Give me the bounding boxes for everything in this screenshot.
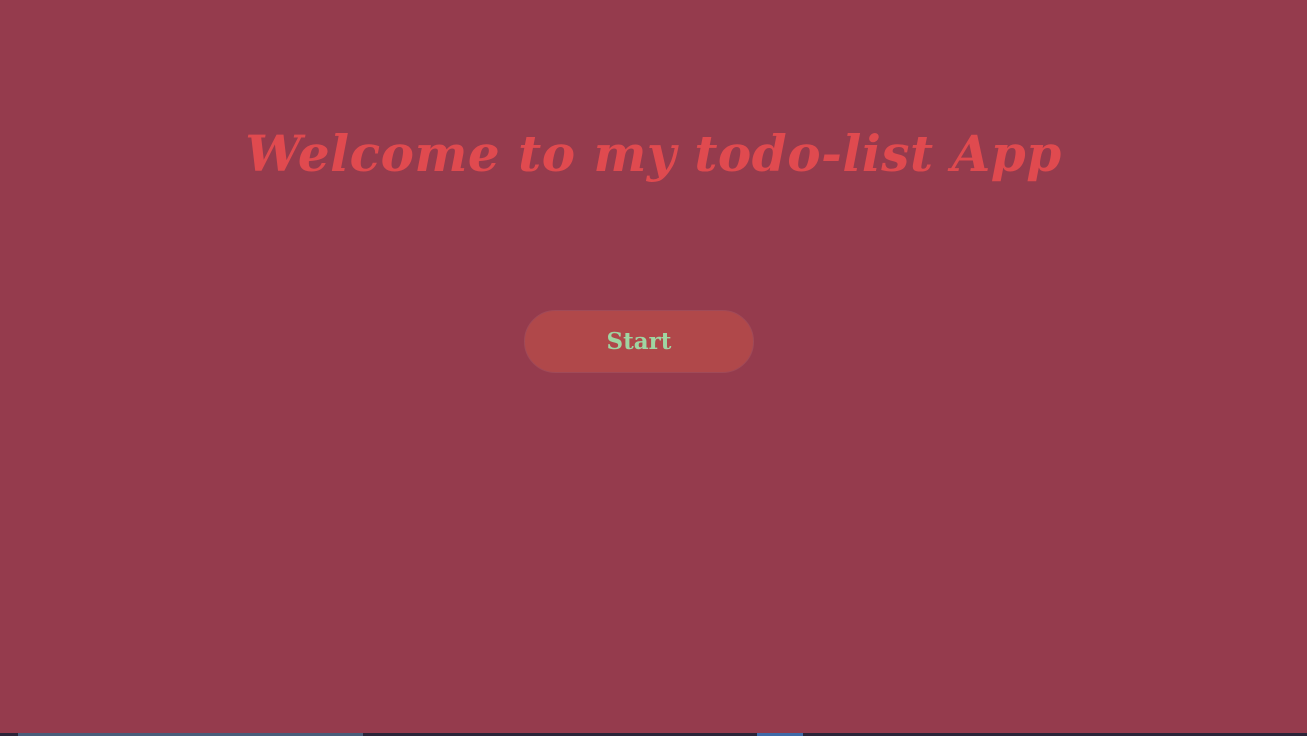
welcome-screen: Welcome to my todo-list App Start (0, 0, 1307, 736)
page-title: Welcome to my todo-list App (245, 124, 1062, 183)
start-button[interactable]: Start (524, 310, 754, 373)
